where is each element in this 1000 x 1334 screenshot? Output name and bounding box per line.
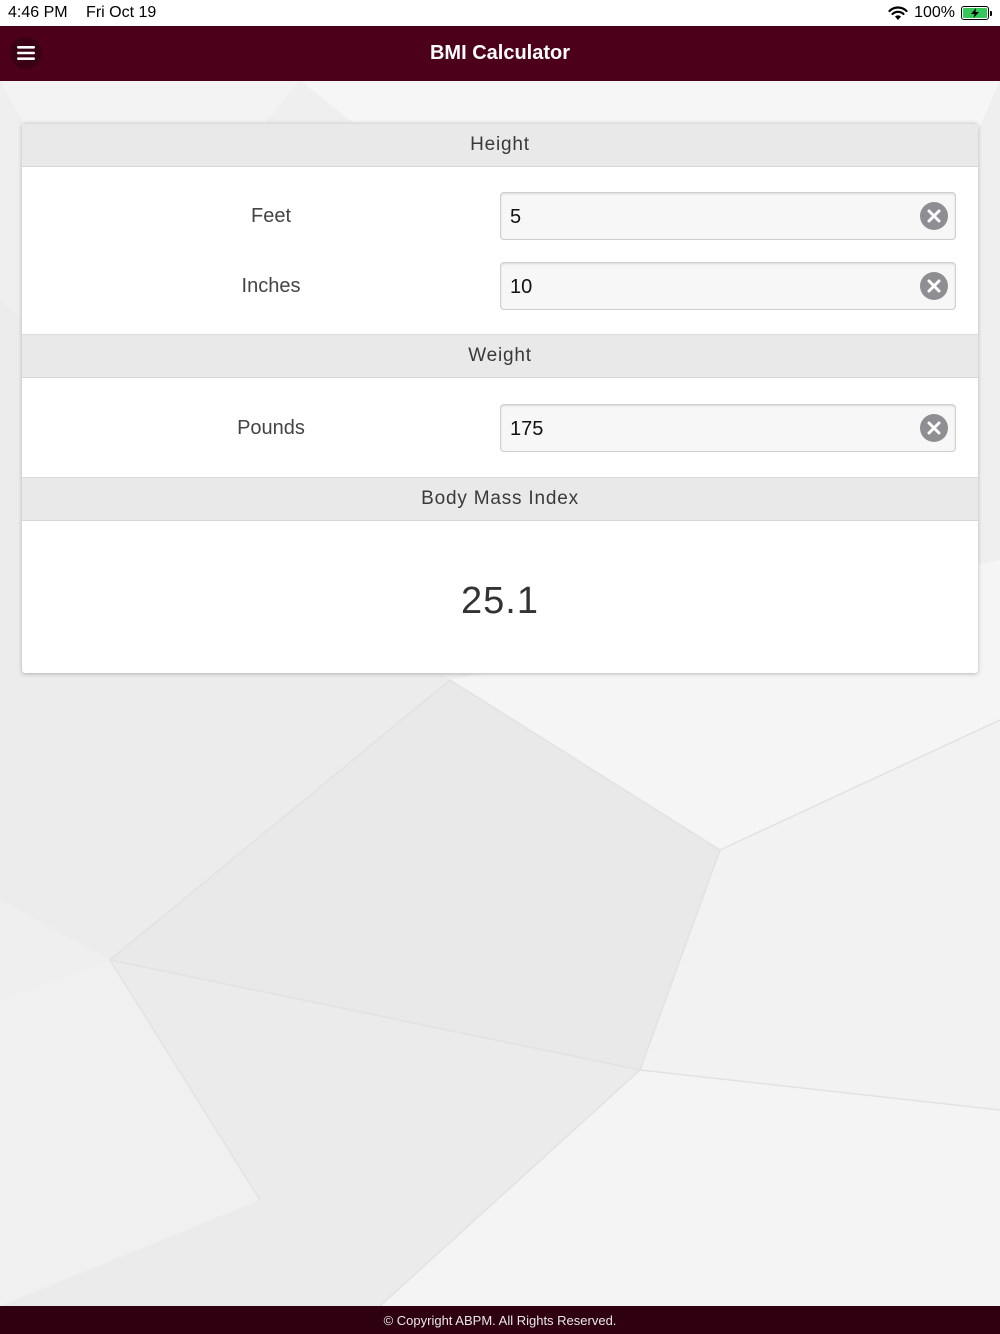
feet-label: Feet <box>250 204 292 227</box>
footer: © Copyright ABPM. All Rights Reserved. <box>0 1306 1000 1334</box>
clear-pounds-icon[interactable] <box>919 413 949 443</box>
copyright-text: © Copyright ABPM. All Rights Reserved. <box>383 1312 617 1328</box>
nav-bar: BMI Calculator <box>0 26 1000 81</box>
inches-row: Inches <box>22 262 978 310</box>
bmi-section-header: Body Mass Index <box>22 477 978 521</box>
wifi-icon <box>888 5 908 20</box>
hamburger-menu-icon <box>17 46 35 60</box>
pounds-field-wrap <box>500 404 956 452</box>
battery-percent: 100% <box>914 4 955 21</box>
feet-field-wrap <box>500 192 956 240</box>
page-title: BMI Calculator <box>429 42 571 64</box>
pounds-label: Pounds <box>237 416 305 439</box>
bmi-result-value: 25.1 <box>461 579 539 622</box>
charging-bolt-icon <box>971 8 979 18</box>
pounds-row: Pounds <box>22 404 978 452</box>
battery-icon <box>961 6 992 20</box>
bmi-card: Height Feet Inches Weight Pounds <box>22 123 978 673</box>
status-bar: 4:46 PM Fri Oct 19 100% <box>0 0 1000 26</box>
height-section-header: Height <box>22 123 978 167</box>
inches-input[interactable] <box>501 263 901 309</box>
inches-field-wrap <box>500 262 956 310</box>
status-right: 100% <box>888 4 992 22</box>
feet-row: Feet <box>22 192 978 240</box>
status-left: 4:46 PM Fri Oct 19 <box>8 4 170 22</box>
clear-inches-icon[interactable] <box>919 271 949 301</box>
menu-button[interactable] <box>10 37 42 69</box>
status-date: Fri Oct 19 <box>86 4 157 21</box>
pounds-input[interactable] <box>501 405 901 451</box>
clear-feet-icon[interactable] <box>919 201 949 231</box>
status-time: 4:46 PM <box>8 4 68 21</box>
weight-section-header: Weight <box>22 334 978 378</box>
inches-label: Inches <box>241 274 301 297</box>
feet-input[interactable] <box>501 193 901 239</box>
